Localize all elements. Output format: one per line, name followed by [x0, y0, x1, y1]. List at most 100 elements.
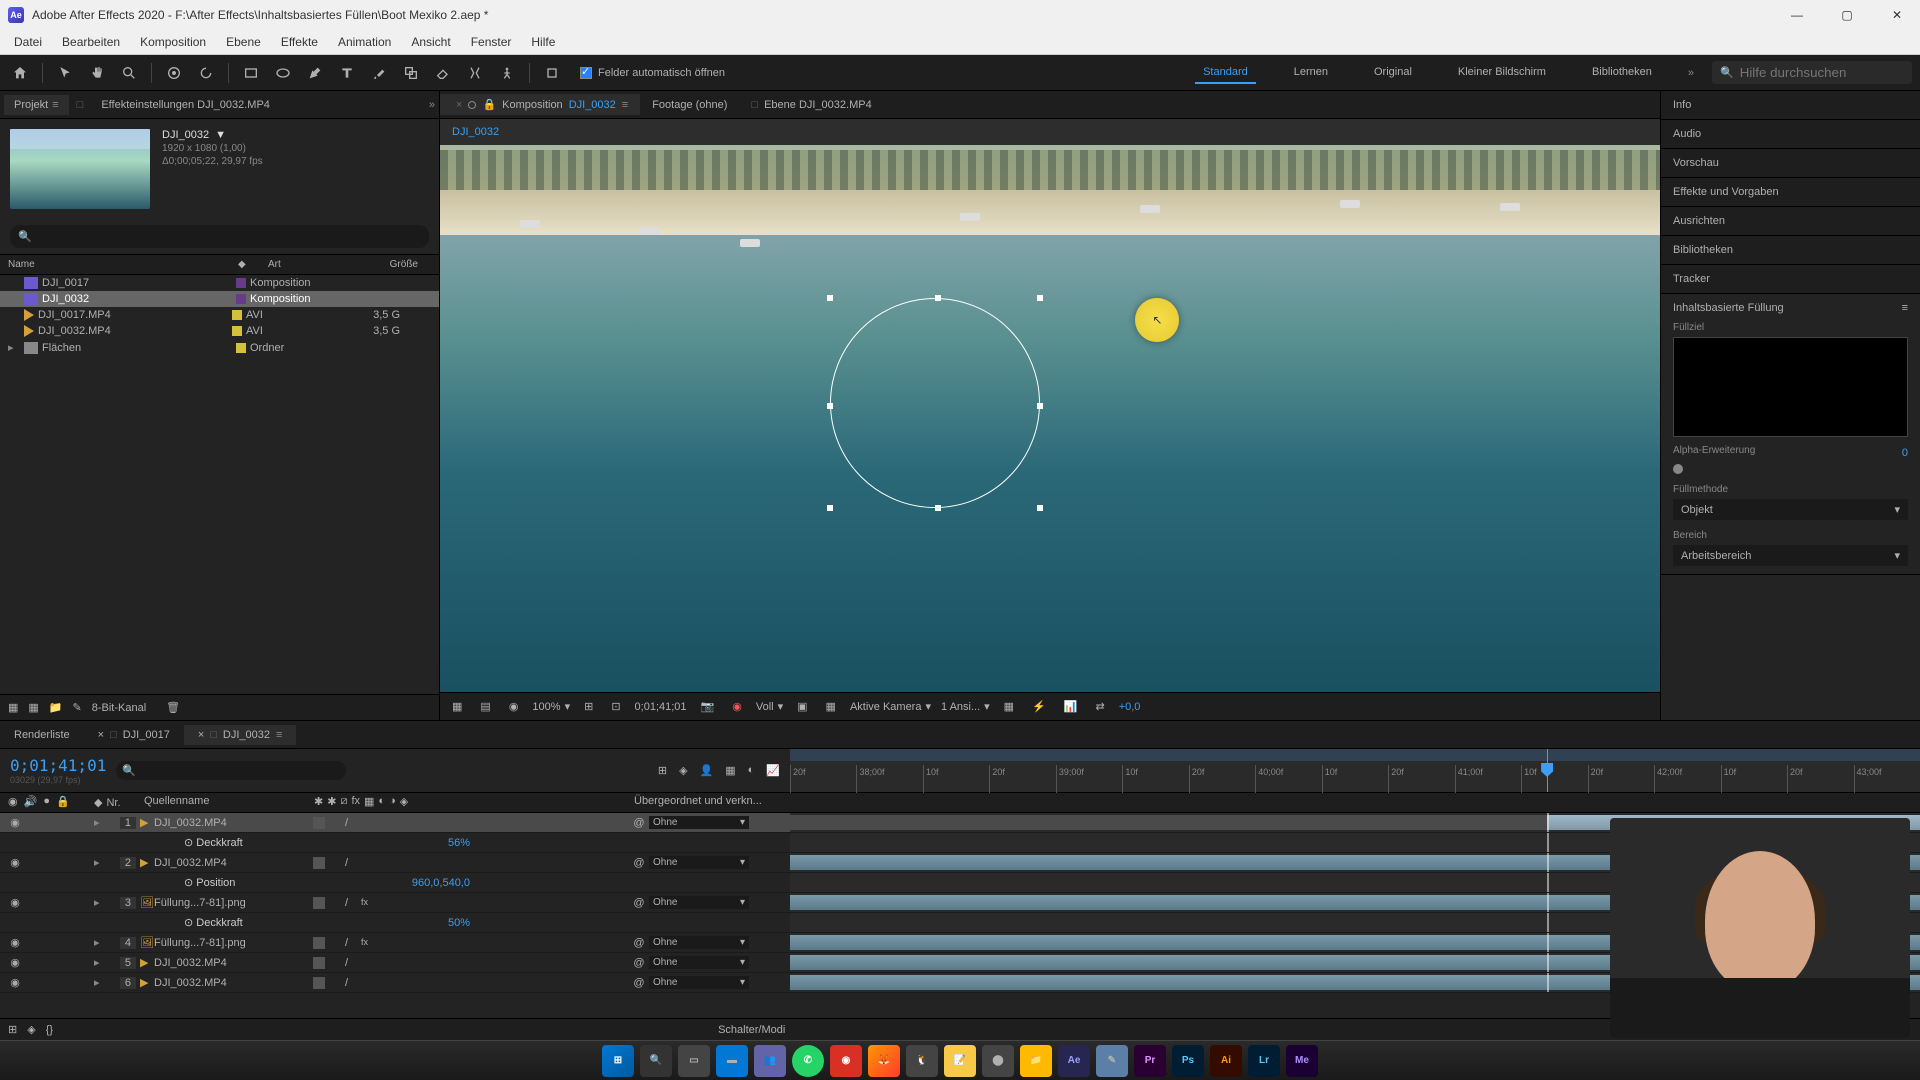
project-item[interactable]: DJI_0032 Komposition — [0, 291, 439, 307]
roto-tool-icon[interactable] — [463, 61, 487, 85]
snapshot-icon[interactable]: 📷 — [697, 698, 719, 715]
taskbar-search-icon[interactable]: 🔍 — [640, 1045, 672, 1077]
draft3d-icon[interactable]: ◈ — [679, 764, 687, 777]
trash-icon[interactable]: 🗑 — [166, 701, 180, 714]
menu-animation[interactable]: Animation — [328, 31, 401, 53]
caf-range-dropdown[interactable]: Arbeitsbereich▾ — [1673, 545, 1908, 566]
col-art[interactable]: Art — [268, 259, 358, 270]
toggle-channel-icon[interactable]: ▤ — [476, 698, 494, 715]
minimize-button[interactable]: — — [1782, 8, 1812, 22]
brush-tool-icon[interactable] — [367, 61, 391, 85]
parent-dropdown[interactable]: Ohne▾ — [649, 976, 749, 989]
expand-icon[interactable]: ▸ — [94, 816, 104, 829]
taskbar-pr-icon[interactable]: Pr — [1134, 1045, 1166, 1077]
pickwhip-icon[interactable]: @ — [629, 857, 649, 869]
menu-bearbeiten[interactable]: Bearbeiten — [52, 31, 130, 53]
toggle-mask-icon[interactable]: ◉ — [505, 698, 523, 715]
tab-projekt[interactable]: Projekt ≡ — [4, 95, 69, 115]
views-dropdown[interactable]: 1 Ansi... ▾ — [941, 700, 990, 713]
caf-alpha-value[interactable]: 0 — [1902, 447, 1908, 459]
breadcrumb-item[interactable]: DJI_0032 — [452, 126, 499, 138]
project-item[interactable]: DJI_0032.MP4 AVI 3,5 G — [0, 323, 439, 339]
menu-ansicht[interactable]: Ansicht — [401, 31, 460, 53]
expand-icon[interactable]: ▸ — [94, 976, 104, 989]
mask-shape[interactable] — [830, 298, 1040, 508]
help-search[interactable]: 🔍 — [1712, 61, 1912, 84]
tab-renderliste[interactable]: Renderliste — [0, 725, 84, 745]
tab-close-icon[interactable]: × — [456, 99, 462, 111]
col-name[interactable]: Name — [8, 259, 238, 270]
help-search-input[interactable] — [1740, 65, 1904, 80]
expand-icon[interactable]: ▸ — [94, 896, 104, 909]
project-search-input[interactable] — [38, 229, 421, 244]
taskbar-explorer-icon[interactable]: 📁 — [1020, 1045, 1052, 1077]
interpret-icon[interactable]: ▦ — [8, 701, 18, 714]
eye-icon[interactable]: ◉ — [8, 936, 22, 949]
col-size[interactable]: Größe — [358, 259, 418, 270]
text-tool-icon[interactable] — [335, 61, 359, 85]
taskbar-start-icon[interactable]: ⊞ — [602, 1045, 634, 1077]
resolution-dropdown[interactable]: Voll ▾ — [756, 700, 783, 713]
motion-blur-icon[interactable]: ◐ — [748, 764, 755, 777]
comp-dropdown-icon[interactable]: ▼ — [215, 129, 226, 141]
adjust-icon[interactable]: ✎ — [73, 701, 82, 714]
project-items-list[interactable]: DJI_0017 Komposition DJI_0032 Kompositio… — [0, 275, 439, 694]
pickwhip-icon[interactable]: @ — [629, 817, 649, 829]
color-icon[interactable]: ◉ — [728, 698, 746, 715]
tab-footage[interactable]: Footage (ohne) — [640, 95, 739, 115]
selection-tool-icon[interactable] — [53, 61, 77, 85]
composition-viewer[interactable]: ↖ — [440, 145, 1660, 692]
zoom-dropdown[interactable]: 100% ▾ — [532, 700, 570, 713]
home-icon[interactable] — [8, 61, 32, 85]
panel-info[interactable]: Info — [1661, 91, 1920, 120]
new-folder-icon[interactable]: 📁 — [49, 701, 63, 714]
eye-icon[interactable]: ◉ — [8, 856, 22, 869]
res-fit-icon[interactable]: ⊞ — [580, 698, 597, 715]
auto-open-checkbox[interactable] — [580, 67, 592, 79]
eye-icon[interactable]: ◉ — [8, 956, 22, 969]
ellipse-tool-icon[interactable] — [271, 61, 295, 85]
taskbar-app1-icon[interactable]: ▬ — [716, 1045, 748, 1077]
parent-header[interactable]: Übergeordnet und verkn... — [630, 793, 790, 812]
region-icon[interactable]: ▣ — [793, 698, 811, 715]
comp-link[interactable]: DJI_0032 — [569, 99, 616, 111]
panel-audio[interactable]: Audio — [1661, 120, 1920, 149]
panel-effekte[interactable]: Effekte und Vorgaben — [1661, 178, 1920, 207]
graph-editor-icon[interactable]: 📈 — [766, 764, 780, 777]
expand-icon[interactable]: ▸ — [94, 956, 104, 969]
schalter-modi-toggle[interactable]: Schalter/Modi — [63, 1024, 1440, 1036]
tab-dji0032[interactable]: ×□ DJI_0032 ≡ — [184, 725, 297, 745]
eraser-tool-icon[interactable] — [431, 61, 455, 85]
panel-vorschau[interactable]: Vorschau — [1661, 149, 1920, 178]
taskbar-firefox-icon[interactable]: 🦊 — [868, 1045, 900, 1077]
quellenname-header[interactable]: Quellenname — [140, 793, 310, 812]
workspace-lernen[interactable]: Lernen — [1286, 62, 1336, 84]
taskbar-ps-icon[interactable]: Ps — [1172, 1045, 1204, 1077]
taskbar-app3-icon[interactable]: 🐧 — [906, 1045, 938, 1077]
workspace-original[interactable]: Original — [1366, 62, 1420, 84]
menu-datei[interactable]: Datei — [4, 31, 52, 53]
taskbar-taskview-icon[interactable]: ▭ — [678, 1045, 710, 1077]
pen-tool-icon[interactable] — [303, 61, 327, 85]
panel-ausrichten[interactable]: Ausrichten — [1661, 207, 1920, 236]
taskbar-whatsapp-icon[interactable]: ✆ — [792, 1045, 824, 1077]
project-search[interactable]: 🔍 — [10, 225, 429, 248]
tl-toggle-icon[interactable]: ⊞ — [8, 1023, 17, 1036]
eye-icon[interactable]: ◉ — [8, 816, 22, 829]
taskbar-ae-icon[interactable]: Ae — [1058, 1045, 1090, 1077]
taskbar-me-icon[interactable]: Me — [1286, 1045, 1318, 1077]
panel-overflow-icon[interactable]: » — [429, 99, 435, 111]
parent-dropdown[interactable]: Ohne▾ — [649, 956, 749, 969]
project-item[interactable]: ▸ Flächen Ordner — [0, 339, 439, 356]
menu-fenster[interactable]: Fenster — [461, 31, 522, 53]
taskbar-lr-icon[interactable]: Lr — [1248, 1045, 1280, 1077]
menu-hilfe[interactable]: Hilfe — [521, 31, 565, 53]
close-button[interactable]: ✕ — [1882, 8, 1912, 22]
parent-dropdown[interactable]: Ohne▾ — [649, 896, 749, 909]
timeline-icon[interactable]: 📊 — [1060, 698, 1082, 715]
eye-icon[interactable]: ◉ — [8, 976, 22, 989]
caf-alpha-slider[interactable] — [1673, 464, 1683, 474]
timeline-timecode[interactable]: 0;01;41;01 — [10, 756, 106, 775]
audio-header-icon[interactable]: 🔊 — [24, 795, 38, 810]
taskbar-ai-icon[interactable]: Ai — [1210, 1045, 1242, 1077]
